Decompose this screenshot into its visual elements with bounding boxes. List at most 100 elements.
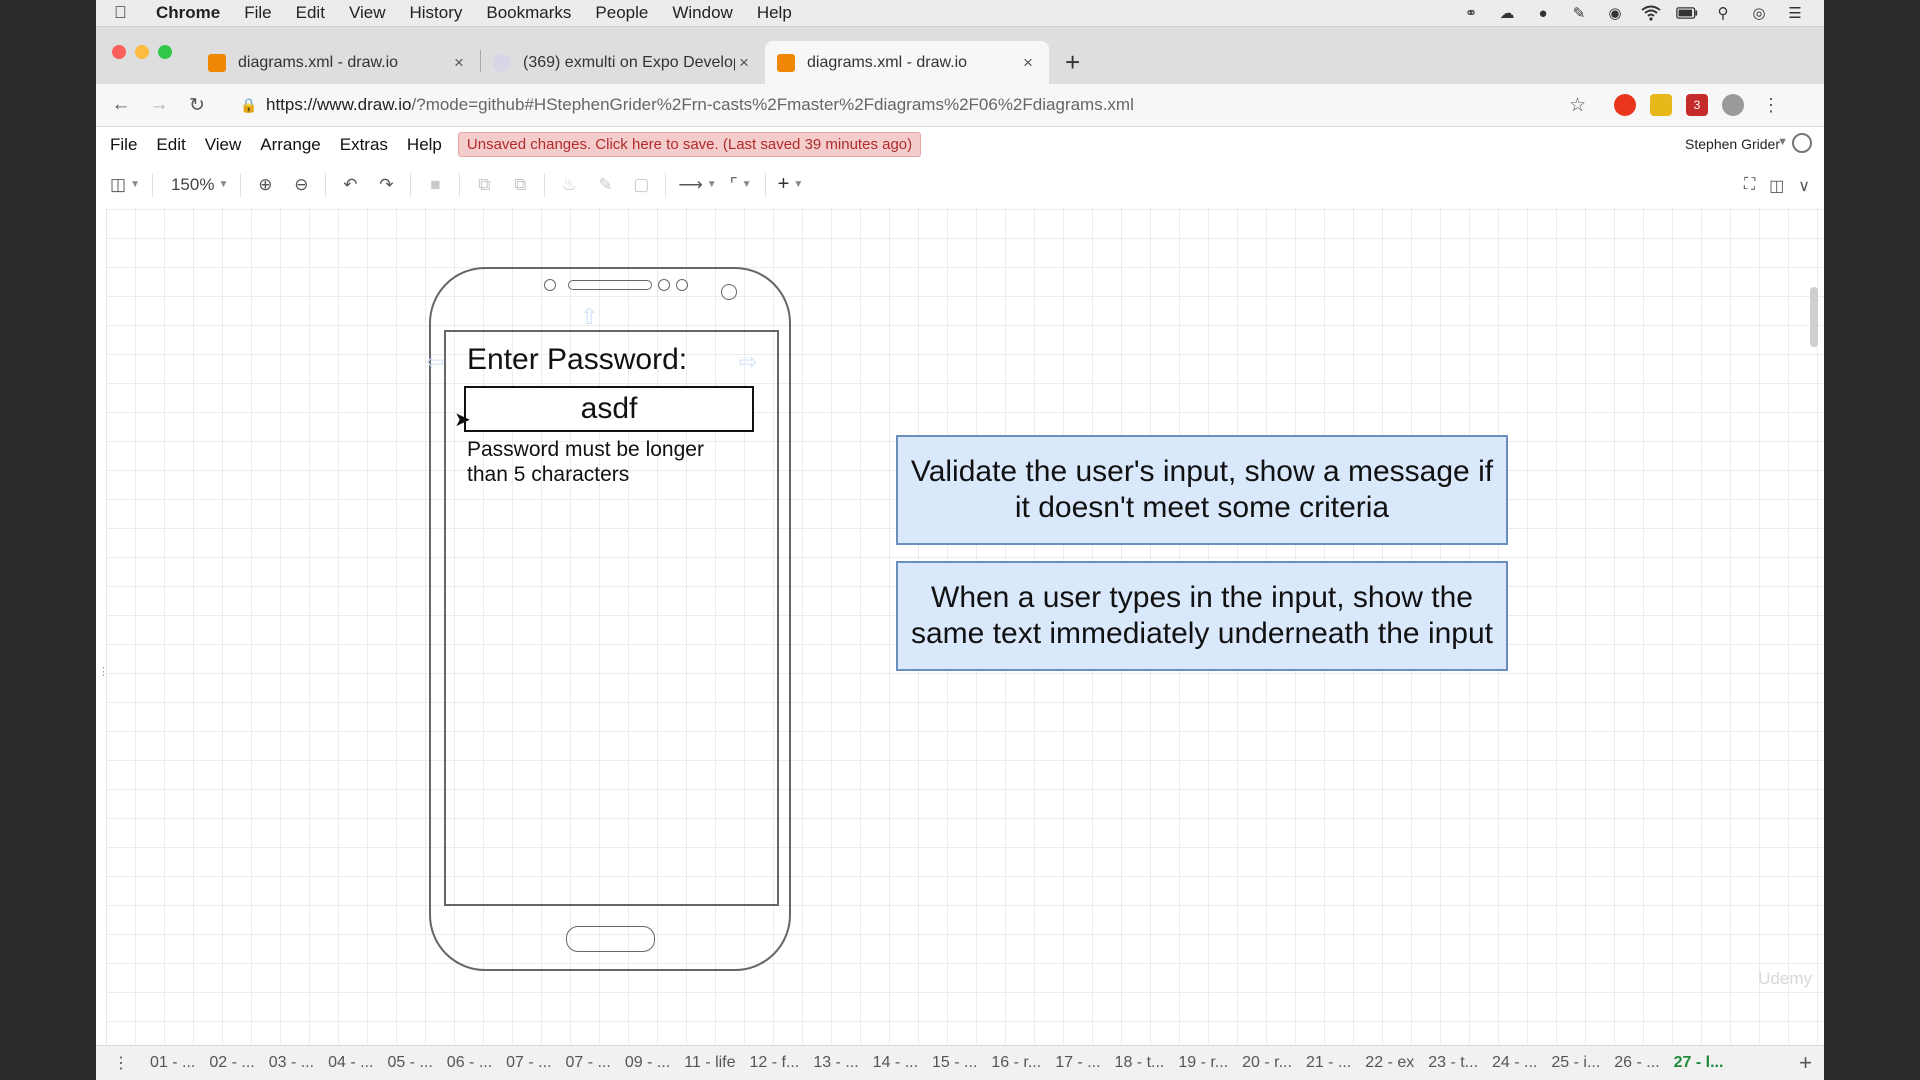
extension-red-icon[interactable]: 3	[1686, 94, 1708, 116]
to-front-icon[interactable]: ⧉	[472, 175, 496, 195]
sidebar-resize-grip[interactable]: ⋮	[98, 665, 109, 678]
profile-avatar[interactable]	[1722, 94, 1744, 116]
connection-icon[interactable]: ⟶ ▼	[678, 175, 716, 195]
page-tab[interactable]: 21 - ...	[1306, 1054, 1351, 1072]
redo-icon[interactable]: ↷	[374, 175, 398, 195]
address-bar[interactable]: 🔒 https://www.draw.io/?mode=github#HStep…	[230, 89, 1600, 121]
wifi-icon[interactable]	[1640, 4, 1662, 22]
page-tab[interactable]: 14 - ...	[873, 1054, 918, 1072]
unsaved-changes-banner[interactable]: Unsaved changes. Click here to save. (La…	[457, 132, 922, 157]
connect-arrow-right-icon[interactable]: ⇨	[739, 349, 757, 375]
menu-history[interactable]: History	[409, 3, 462, 23]
fullscreen-icon[interactable]: ⛶	[1744, 176, 1755, 196]
chevron-down-icon[interactable]: ▼	[218, 179, 228, 190]
page-tab[interactable]: 23 - t...	[1428, 1054, 1478, 1072]
dark-circle-icon[interactable]: ◉	[1604, 4, 1626, 22]
note-validate[interactable]: Validate the user's input, show a messag…	[896, 435, 1508, 545]
connect-arrow-left-icon[interactable]: ⇦	[426, 349, 444, 375]
drawio-menu-extras[interactable]: Extras	[340, 135, 388, 155]
page-tab[interactable]: 20 - r...	[1242, 1054, 1292, 1072]
vertical-scrollbar[interactable]	[1810, 287, 1818, 347]
tab-close-icon[interactable]: ×	[450, 53, 468, 73]
drawio-menu-view[interactable]: View	[205, 135, 242, 155]
menu-view[interactable]: View	[349, 3, 386, 23]
page-tab[interactable]: 07 - ...	[566, 1054, 611, 1072]
menu-window[interactable]: Window	[672, 3, 732, 23]
password-error-text[interactable]: Password must be longer than 5 character…	[467, 437, 747, 487]
fill-color-icon[interactable]: ♨	[557, 175, 581, 195]
cloud-icon[interactable]: ☁	[1496, 4, 1518, 22]
waypoints-icon[interactable]: ⌜ ▼	[729, 175, 753, 195]
format-toggle-icon[interactable]: ◫	[1769, 176, 1784, 196]
list-icon[interactable]: ☰	[1784, 4, 1806, 22]
add-page-icon[interactable]: +	[1799, 1050, 1812, 1076]
collapse-icon[interactable]: ∨	[1798, 176, 1810, 196]
new-tab-icon[interactable]: +	[1065, 41, 1080, 84]
forward-icon[interactable]: →	[140, 94, 178, 116]
evernote-icon[interactable]: ✎	[1568, 4, 1590, 22]
extension-yellow-icon[interactable]	[1650, 94, 1672, 116]
page-tab[interactable]: 09 - ...	[625, 1054, 670, 1072]
tab-close-icon[interactable]: ×	[735, 53, 753, 73]
browser-tab-1[interactable]: diagrams.xml - draw.io ×	[196, 41, 480, 84]
drawio-menu-help[interactable]: Help	[407, 135, 442, 155]
elephant-icon[interactable]: ●	[1532, 4, 1554, 22]
bookmark-star-icon[interactable]: ☆	[1569, 94, 1586, 117]
line-color-icon[interactable]: ✎	[593, 175, 617, 195]
page-tab[interactable]: 17 - ...	[1055, 1054, 1100, 1072]
page-tab[interactable]: 18 - t...	[1115, 1054, 1165, 1072]
format-panel-icon[interactable]: ◫ ▼	[110, 175, 140, 195]
user-name[interactable]: Stephen Grider	[1685, 136, 1780, 152]
siri-icon[interactable]: ◎	[1748, 4, 1770, 22]
zoom-out-icon[interactable]: ⊖	[289, 175, 313, 195]
page-tab[interactable]: 19 - r...	[1178, 1054, 1228, 1072]
page-tab[interactable]: 16 - r...	[991, 1054, 1041, 1072]
page-tab[interactable]: 01 - ...	[150, 1054, 195, 1072]
chevron-down-icon[interactable]: ▼	[1777, 136, 1788, 148]
apple-icon[interactable]: 	[114, 3, 142, 23]
delete-icon[interactable]: ■	[423, 175, 447, 195]
drawio-menu-arrange[interactable]: Arrange	[260, 135, 320, 155]
page-tab[interactable]: 04 - ...	[328, 1054, 373, 1072]
to-back-icon[interactable]: ⧉	[508, 175, 532, 195]
browser-tab-2[interactable]: (369) exmulti on Expo Develop ×	[481, 41, 765, 84]
menu-bookmarks[interactable]: Bookmarks	[486, 3, 571, 23]
insert-plus-icon[interactable]: + ▼	[778, 173, 804, 196]
menu-edit[interactable]: Edit	[296, 3, 325, 23]
password-input-shape[interactable]: asdf	[464, 386, 754, 432]
page-tab[interactable]: 07 - ...	[506, 1054, 551, 1072]
zoom-in-icon[interactable]: ⊕	[253, 175, 277, 195]
zoom-window-icon[interactable]	[158, 45, 172, 59]
menu-help[interactable]: Help	[757, 3, 792, 23]
tab-close-icon[interactable]: ×	[1019, 53, 1037, 73]
minimize-window-icon[interactable]	[135, 45, 149, 59]
connect-arrow-up-icon[interactable]: ⇧	[580, 304, 598, 330]
zoom-level[interactable]: 150%	[171, 175, 214, 195]
browser-tab-3[interactable]: diagrams.xml - draw.io ×	[765, 41, 1049, 84]
menu-people[interactable]: People	[595, 3, 648, 23]
search-icon[interactable]: ⚲	[1712, 4, 1734, 22]
page-tab[interactable]: 26 - ...	[1614, 1054, 1659, 1072]
page-tab[interactable]: 02 - ...	[209, 1054, 254, 1072]
glasses-icon[interactable]: ⚭	[1460, 4, 1482, 22]
reload-icon[interactable]: ↻	[178, 94, 216, 117]
page-tab[interactable]: 05 - ...	[387, 1054, 432, 1072]
enter-password-label[interactable]: Enter Password:	[467, 343, 687, 377]
ublock-extension-icon[interactable]	[1614, 94, 1636, 116]
page-tab[interactable]: 27 - l...	[1674, 1054, 1724, 1072]
page-tab[interactable]: 13 - ...	[813, 1054, 858, 1072]
pages-menu-icon[interactable]: ⋮	[106, 1053, 136, 1073]
page-tab[interactable]: 15 - ...	[932, 1054, 977, 1072]
close-window-icon[interactable]	[112, 45, 126, 59]
note-echo-input[interactable]: When a user types in the input, show the…	[896, 561, 1508, 671]
page-tab[interactable]: 06 - ...	[447, 1054, 492, 1072]
page-tab[interactable]: 11 - life	[684, 1054, 735, 1072]
shadow-icon[interactable]: ▢	[629, 175, 653, 195]
page-tab[interactable]: 24 - ...	[1492, 1054, 1537, 1072]
diagram-canvas[interactable]: ⋮ ⇧ ⇦ ⇨ Enter Password: asdf Password mu…	[96, 207, 1824, 1045]
menu-app-name[interactable]: Chrome	[156, 3, 220, 23]
page-tab[interactable]: 22 - ex	[1365, 1054, 1414, 1072]
back-icon[interactable]: ←	[102, 94, 140, 116]
page-tab[interactable]: 25 - i...	[1551, 1054, 1600, 1072]
page-tab[interactable]: 12 - f...	[750, 1054, 800, 1072]
